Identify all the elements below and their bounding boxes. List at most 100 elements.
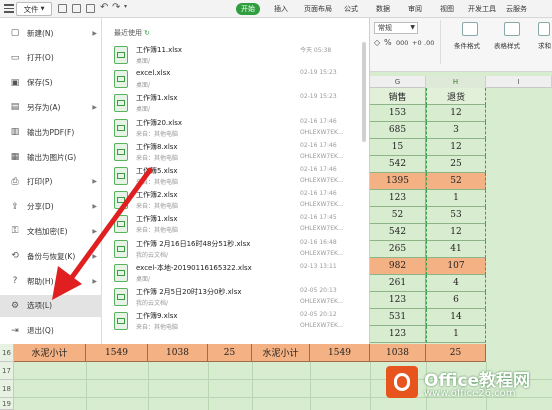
recent-file-item[interactable]: 工作簿20.xlsx 来自：其他电脑 02-16 17:46 OHLEXW7EK... [114,117,362,143]
table-cell[interactable]: 15 [370,139,426,156]
column-header-h[interactable]: H [426,76,486,88]
file-menu-item[interactable]: ▤ 另存为(A) ▶ [0,96,102,118]
table-cell[interactable]: 542 [370,156,426,173]
conditional-format-icon[interactable] [462,22,478,36]
table-cell[interactable]: 25 [208,344,252,362]
tab-view[interactable]: 视图 [440,3,454,15]
file-menu-item[interactable]: ▭ 打开(O) [0,47,102,69]
save-quick-icon[interactable] [58,4,67,13]
decrease-decimal-button[interactable]: .00 [424,39,434,47]
table-cell[interactable]: 12 [426,224,486,241]
undo-icon[interactable]: ↶ [100,2,108,13]
table-cell[interactable]: 1 [426,190,486,207]
refresh-icon[interactable]: ↻ [144,29,150,37]
recent-file-item[interactable]: excel-本地-20190116165322.xlsx 桌面/02-13 13:… [114,262,362,288]
percent-button[interactable]: % [384,38,392,47]
sum-icon[interactable] [538,22,550,36]
table-cell[interactable]: 52 [426,173,486,190]
preview-quick-icon[interactable] [86,4,95,13]
recent-file-item[interactable]: excel.xlsx 桌面/02-19 15:23 [114,68,362,94]
table-style-icon[interactable] [504,22,520,36]
sum-button[interactable]: 求和 [538,40,551,50]
tab-insert[interactable]: 插入 [274,3,288,15]
table-cell[interactable]: 265 [370,241,426,258]
table-cell[interactable]: 销售 [370,88,426,105]
table-cell[interactable]: 4 [426,275,486,292]
table-cell[interactable]: 261 [370,275,426,292]
table-cell[interactable]: 123 [370,190,426,207]
tab-cloud[interactable]: 云服务 [506,3,527,15]
table-cell[interactable]: 1038 [370,344,426,362]
conditional-format-button[interactable]: 条件格式 [454,40,480,50]
table-cell[interactable]: 12 [426,139,486,156]
recent-file-item[interactable]: 工作簿8.xlsx 来自：其他电脑 02-16 17:46 OHLEXW7EK... [114,141,362,167]
table-style-button[interactable]: 表格样式 [494,40,520,50]
file-menu-item[interactable]: ⇥ 退出(Q) [0,320,102,342]
more-icon[interactable]: ▾ [124,3,127,10]
tab-data[interactable]: 数据 [376,3,390,15]
table-cell[interactable]: 531 [370,309,426,326]
table-cell[interactable]: 退货 [426,88,486,105]
table-cell[interactable]: 1038 [148,344,208,362]
row-number[interactable]: 19 [0,398,14,410]
column-header-g[interactable]: G [370,76,426,88]
table-cell[interactable]: 25 [426,156,486,173]
table-cell[interactable]: 3 [426,122,486,139]
recent-file-item[interactable]: 工作簿2.xlsx 来自：其他电脑 02-16 17:46 OHLEXW7EK... [114,189,362,215]
menu-icon[interactable] [4,4,14,13]
table-cell[interactable]: 107 [426,258,486,275]
thousands-button[interactable]: 000 [396,39,408,47]
file-menu-item[interactable]: ? 帮助(H) ▶ [0,270,102,292]
table-cell[interactable]: 14 [426,309,486,326]
table-cell[interactable]: 25 [426,344,486,362]
table-cell[interactable]: 水泥小计 [14,344,86,362]
recent-file-item[interactable]: 工作簿 2月5日20时13分0秒.xlsx 我的云文档/02-05 20:13 OH… [114,286,362,312]
table-cell[interactable]: 1 [426,326,486,343]
file-menu-item[interactable]: ▢ 新建(N) ▶ [0,22,102,44]
table-cell[interactable]: 52 [370,207,426,224]
recent-file-item[interactable]: 工作簿1.xlsx 来自：其他电脑 02-16 17:45 OHLEXW7EK... [114,213,362,239]
table-cell[interactable]: 53 [426,207,486,224]
file-menu-item[interactable]: ⇪ 分享(D) ▶ [0,196,102,218]
tab-review[interactable]: 审阅 [408,3,422,15]
file-menu-item[interactable]: ⚿ 文档加密(E) ▶ [0,220,102,242]
row-number[interactable]: 16 [0,344,14,362]
table-cell[interactable]: 1549 [310,344,370,362]
currency-button[interactable]: ◇ [374,38,380,47]
table-cell[interactable]: 982 [370,258,426,275]
table-cell[interactable]: 41 [426,241,486,258]
tab-formulas[interactable]: 公式 [344,3,358,15]
table-cell[interactable]: 123 [370,326,426,343]
table-cell[interactable]: 542 [370,224,426,241]
increase-decimal-button[interactable]: +0 [412,39,422,47]
file-menu-item[interactable]: ▣ 保存(S) [0,72,102,94]
row-number[interactable]: 18 [0,380,14,398]
recent-file-item[interactable]: 工作簿 2月16日16时48分51秒.xlsx 我的云文档/02-16 16:48… [114,238,362,264]
table-cell[interactable]: 123 [370,292,426,309]
table-cell[interactable]: 水泥小计 [252,344,310,362]
table-cell[interactable]: 12 [426,105,486,122]
table-cell[interactable]: 685 [370,122,426,139]
recent-file-item[interactable]: 工作簿5.xlsx 来自：其他电脑 02-16 17:46 OHLEXW7EK... [114,165,362,191]
row-number[interactable]: 17 [0,362,14,380]
file-menu-item[interactable]: ▦ 输出为图片(G) [0,146,102,168]
tab-developer[interactable]: 开发工具 [468,3,496,15]
tab-start[interactable]: 开始 [236,3,260,15]
table-cell[interactable]: 6 [426,292,486,309]
file-menu-item[interactable]: ⟲ 备份与恢复(K) ▶ [0,245,102,267]
file-menu-item[interactable]: ▥ 输出为PDF(F) [0,121,102,143]
column-header-i[interactable]: I [486,76,552,88]
file-menu-item[interactable]: ⎙ 打印(P) ▶ [0,171,102,193]
redo-icon[interactable]: ↷ [112,2,120,13]
recent-file-item[interactable]: 工作簿11.xlsx 桌面/今天 05:38 [114,44,362,70]
table-cell[interactable]: 1549 [86,344,148,362]
number-format-select[interactable]: 常规 ▼ [374,22,418,34]
tab-page-layout[interactable]: 页面布局 [304,3,332,15]
file-menu-item[interactable]: ⚙ 选项(L) [0,294,102,317]
table-cell[interactable]: 153 [370,105,426,122]
recent-file-item[interactable]: 工作簿1.xlsx 桌面/02-19 15:23 [114,92,362,118]
scrollbar[interactable] [362,42,366,142]
recent-file-item[interactable]: 工作簿9.xlsx 来自：其他电脑 02-05 20:12 OHLEXW7EK... [114,310,362,336]
file-tab[interactable]: 文件 ▼ [16,2,52,16]
table-cell[interactable]: 1395 [370,173,426,190]
